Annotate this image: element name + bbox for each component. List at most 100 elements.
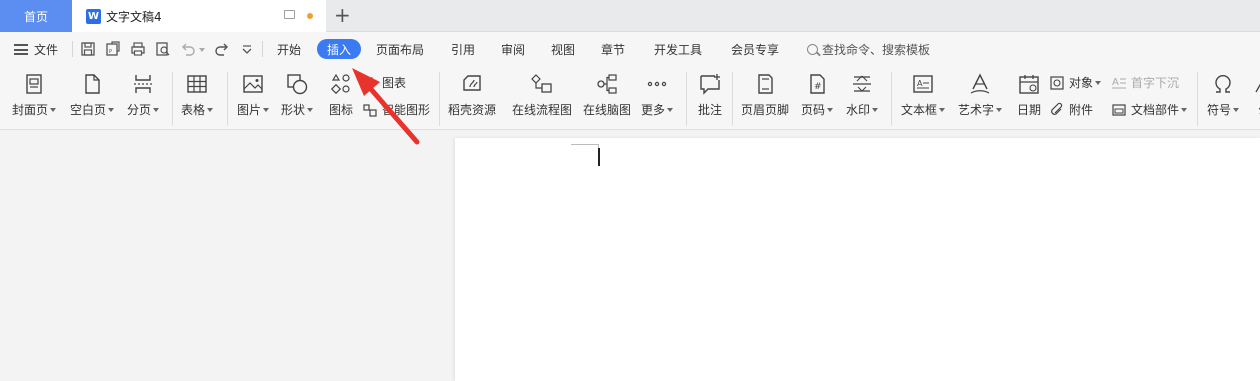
divider xyxy=(732,72,733,126)
online-mindmap-label: 在线脑图 xyxy=(583,103,632,117)
table-button[interactable]: 表格 xyxy=(181,70,214,118)
hamburger-icon xyxy=(14,44,28,55)
calendar-icon xyxy=(1015,70,1043,98)
wordart-icon xyxy=(966,70,994,98)
symbol-label: 符号 xyxy=(1207,103,1232,117)
redo-icon[interactable] xyxy=(213,40,231,58)
divider xyxy=(1197,72,1198,126)
document-parts-label: 文档部件 xyxy=(1131,103,1180,117)
svg-text:P: P xyxy=(109,49,112,55)
wordart-button[interactable]: 艺术字 xyxy=(958,70,1003,118)
document-page[interactable] xyxy=(455,138,1260,381)
menu-review[interactable]: 审阅 xyxy=(501,41,525,58)
mindmap-icon xyxy=(593,70,621,98)
smart-graphic-label: 智能图形 xyxy=(382,103,431,117)
divider xyxy=(686,72,687,126)
drop-cap-button[interactable]: A 首字下沉 xyxy=(1111,74,1179,91)
header-footer-icon xyxy=(751,70,779,98)
cover-page-button[interactable]: 封面页 xyxy=(12,70,57,118)
smart-graphic-button[interactable]: 智能图形 xyxy=(362,101,430,118)
document-parts-button[interactable]: 文档部件 xyxy=(1111,101,1188,118)
online-mindmap-button[interactable]: 在线脑图 xyxy=(583,70,631,118)
tab-home[interactable]: 首页 xyxy=(0,0,72,32)
page-break-icon xyxy=(129,70,157,98)
menu-references[interactable]: 引用 xyxy=(451,41,475,58)
command-search[interactable]: 查找命令、搜索模板 xyxy=(807,41,930,58)
formula-button[interactable]: 公 xyxy=(1250,70,1260,118)
page-number-button[interactable]: # 页码 xyxy=(801,70,834,118)
customize-toolbar-icon[interactable] xyxy=(238,40,256,58)
watermark-icon xyxy=(848,70,876,98)
icon-library-icon xyxy=(327,70,355,98)
drop-cap-label: 首字下沉 xyxy=(1131,76,1180,90)
undo-icon[interactable] xyxy=(179,40,197,58)
tab-document[interactable]: W 文字文稿4 xyxy=(72,0,326,32)
menu-view[interactable]: 视图 xyxy=(551,41,575,58)
page-break-button[interactable]: 分页 xyxy=(127,70,160,118)
new-tab-button[interactable]: + xyxy=(334,3,351,27)
blank-page-button[interactable]: 空白页 xyxy=(70,70,115,118)
attachment-button[interactable]: 附件 xyxy=(1049,101,1093,118)
chart-label: 图表 xyxy=(382,76,407,90)
document-parts-icon xyxy=(1112,103,1126,116)
flowchart-icon xyxy=(528,70,556,98)
divider xyxy=(891,72,892,126)
divider xyxy=(262,41,263,57)
online-flowchart-button[interactable]: 在线流程图 xyxy=(512,70,572,118)
shape-icon xyxy=(283,70,311,98)
date-label: 日期 xyxy=(1016,103,1041,117)
watermark-button[interactable]: 水印 xyxy=(846,70,879,118)
header-footer-label: 页眉页脚 xyxy=(741,103,790,117)
page-break-label: 分页 xyxy=(127,103,152,117)
text-cursor xyxy=(598,148,600,166)
daoke-resources-button[interactable]: 稻壳资源 xyxy=(448,70,496,118)
menu-section[interactable]: 章节 xyxy=(601,41,625,58)
search-placeholder: 查找命令、搜索模板 xyxy=(822,43,931,57)
daoke-resources-icon xyxy=(458,70,486,98)
object-icon xyxy=(1050,75,1064,90)
print-icon[interactable] xyxy=(129,40,147,58)
menu-developer[interactable]: 开发工具 xyxy=(654,41,702,58)
more-button[interactable]: 更多 xyxy=(641,70,674,118)
comment-button[interactable]: 批注 xyxy=(696,70,724,118)
print-preview-icon[interactable] xyxy=(154,40,172,58)
menu-insert[interactable]: 插入 xyxy=(317,39,361,59)
object-label: 对象 xyxy=(1069,76,1094,90)
divider xyxy=(172,72,173,126)
picture-button[interactable]: 图片 xyxy=(237,70,270,118)
menu-start[interactable]: 开始 xyxy=(277,41,301,58)
more-label: 更多 xyxy=(641,103,666,117)
undo-dropdown-icon[interactable] xyxy=(196,40,206,58)
smart-graphic-icon xyxy=(363,103,377,117)
textbox-button[interactable]: A 文本框 xyxy=(901,70,946,118)
cover-page-label: 封面页 xyxy=(12,103,49,117)
divider xyxy=(227,72,228,126)
object-button[interactable]: 对象 xyxy=(1049,74,1102,91)
export-pdf-icon[interactable]: P xyxy=(104,40,122,58)
textbox-label: 文本框 xyxy=(901,103,938,117)
shape-button[interactable]: 形状 xyxy=(281,70,314,118)
wordart-label: 艺术字 xyxy=(958,103,995,117)
page-number-icon: # xyxy=(803,70,831,98)
blank-page-icon xyxy=(78,70,106,98)
icon-library-button[interactable]: 图标 xyxy=(327,70,355,118)
attachment-label: 附件 xyxy=(1069,103,1094,117)
divider xyxy=(72,41,73,57)
tab-bar: 首页 W 文字文稿4 + xyxy=(0,0,1260,32)
svg-text:A: A xyxy=(917,79,923,88)
menu-bar: 文件 P 开始 插入 页面布局 引用 审阅 视图 章节 开发工具 会员专享 查找… xyxy=(0,32,1260,66)
chart-button[interactable]: 图表 xyxy=(362,74,406,91)
menu-page-layout[interactable]: 页面布局 xyxy=(376,41,424,58)
document-workspace xyxy=(0,131,1260,381)
search-icon xyxy=(807,44,818,55)
cover-page-icon xyxy=(20,70,48,98)
header-footer-button[interactable]: 页眉页脚 xyxy=(741,70,789,118)
daoke-resources-label: 稻壳资源 xyxy=(448,103,497,117)
save-icon[interactable] xyxy=(79,40,97,58)
menu-membership[interactable]: 会员专享 xyxy=(731,41,779,58)
file-menu[interactable]: 文件 xyxy=(14,41,58,58)
icon-library-label: 图标 xyxy=(328,103,353,117)
date-button[interactable]: 日期 xyxy=(1015,70,1043,118)
monitor-icon[interactable] xyxy=(284,10,295,19)
symbol-button[interactable]: 符号 xyxy=(1207,70,1240,118)
